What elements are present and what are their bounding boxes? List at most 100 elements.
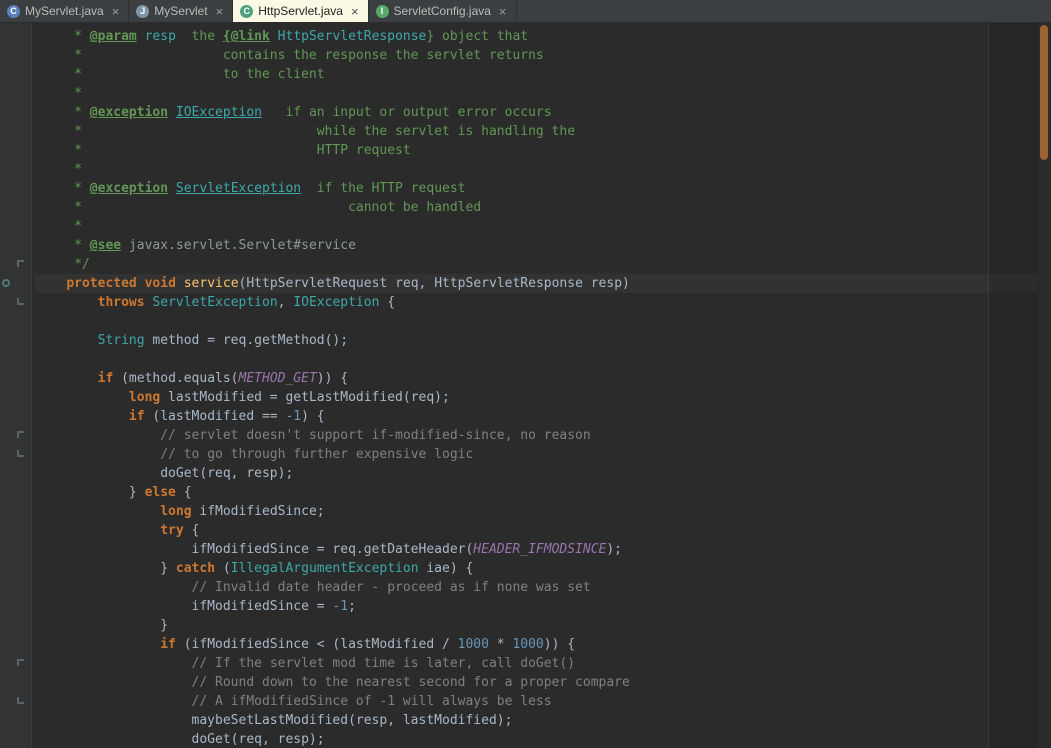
fold-start-marker-icon[interactable] xyxy=(17,659,24,666)
code-line[interactable] xyxy=(35,350,1051,369)
code-line[interactable]: // Round down to the nearest second for … xyxy=(35,673,1051,692)
fold-start-marker-icon[interactable] xyxy=(17,260,24,267)
code-line[interactable]: // If the servlet mod time is later, cal… xyxy=(35,654,1051,673)
code-token: @exception xyxy=(90,105,168,120)
code-line[interactable]: if (lastModified == -1) { xyxy=(35,407,1051,426)
fold-start-marker-icon[interactable] xyxy=(17,431,24,438)
code-line[interactable]: throws ServletException, IOException { xyxy=(35,293,1051,312)
code-line[interactable]: * to the client xyxy=(35,65,1051,84)
code-token: @see xyxy=(90,238,121,253)
java-abstract-class-icon: C xyxy=(240,5,253,18)
code-token: * xyxy=(35,238,90,253)
code-token: maybeSetLastModified(resp, lastModified)… xyxy=(35,713,512,728)
code-line[interactable]: */ xyxy=(35,255,1051,274)
code-line[interactable]: doGet(req, resp); xyxy=(35,464,1051,483)
code-token: ServletException xyxy=(152,295,277,310)
code-line[interactable]: ifModifiedSince = -1; xyxy=(35,597,1051,616)
code-token: if xyxy=(160,637,176,652)
code-line[interactable]: } xyxy=(35,616,1051,635)
tab-close-icon[interactable]: × xyxy=(216,5,224,18)
code-line[interactable]: long lastModified = getLastModified(req)… xyxy=(35,388,1051,407)
code-line[interactable]: * while the servlet is handling the xyxy=(35,122,1051,141)
editor-tab-bar: CMyServlet.java×JMyServlet×CHttpServlet.… xyxy=(0,0,1051,23)
code-line[interactable]: try { xyxy=(35,521,1051,540)
code-area[interactable]: * @param resp the {@link HttpServletResp… xyxy=(32,23,1051,748)
code-line[interactable]: if (method.equals(METHOD_GET)) { xyxy=(35,369,1051,388)
code-token xyxy=(137,276,145,291)
code-token: if an input or output error occurs xyxy=(262,105,552,120)
code-token: // servlet doesn't support if-modified-s… xyxy=(160,428,590,443)
code-token: ifModifiedSince = req.getDateHeader( xyxy=(35,542,473,557)
code-token: { xyxy=(184,523,200,538)
code-line[interactable]: // servlet doesn't support if-modified-s… xyxy=(35,426,1051,445)
code-token xyxy=(35,390,129,405)
code-line[interactable]: * xyxy=(35,160,1051,179)
tab-close-icon[interactable]: × xyxy=(351,5,359,18)
code-line[interactable]: String method = req.getMethod(); xyxy=(35,331,1051,350)
code-token: * xyxy=(35,105,90,120)
code-line[interactable]: * contains the response the servlet retu… xyxy=(35,46,1051,65)
code-token: -1 xyxy=(332,599,348,614)
code-line[interactable]: } catch (IllegalArgumentException iae) { xyxy=(35,559,1051,578)
code-token xyxy=(35,675,192,690)
code-token xyxy=(35,504,160,519)
code-line[interactable]: if (ifModifiedSince < (lastModified / 10… xyxy=(35,635,1051,654)
code-token: IllegalArgumentException xyxy=(231,561,419,576)
code-line[interactable]: long ifModifiedSince; xyxy=(35,502,1051,521)
code-token xyxy=(35,276,66,291)
code-line[interactable]: ifModifiedSince = req.getDateHeader(HEAD… xyxy=(35,540,1051,559)
code-token: @param xyxy=(90,29,137,44)
editor-pane: * @param resp the {@link HttpServletResp… xyxy=(0,23,1051,748)
code-line[interactable]: * cannot be handled xyxy=(35,198,1051,217)
code-token: (lastModified == xyxy=(145,409,286,424)
code-token: * xyxy=(489,637,512,652)
code-line[interactable] xyxy=(35,312,1051,331)
code-line[interactable]: * @exception IOException if an input or … xyxy=(35,103,1051,122)
code-token: } xyxy=(35,485,145,500)
tab-close-icon[interactable]: × xyxy=(112,5,120,18)
code-token: IOException xyxy=(293,295,379,310)
tab-myservlet[interactable]: JMyServlet× xyxy=(129,0,233,22)
tab-httpservlet-java[interactable]: CHttpServlet.java× xyxy=(233,0,368,22)
code-token: ServletException xyxy=(176,181,301,196)
code-token: } xyxy=(35,561,176,576)
code-token: ifModifiedSince; xyxy=(192,504,325,519)
code-line[interactable]: // Invalid date header - proceed as if n… xyxy=(35,578,1051,597)
code-token: // to go through further expensive logic xyxy=(160,447,473,462)
code-token: resp xyxy=(137,29,176,44)
code-token: { xyxy=(379,295,395,310)
code-line[interactable]: * xyxy=(35,84,1051,103)
code-line[interactable]: // to go through further expensive logic xyxy=(35,445,1051,464)
code-line[interactable]: * HTTP request xyxy=(35,141,1051,160)
code-line[interactable]: * @see javax.servlet.Servlet#service xyxy=(35,236,1051,255)
tab-myservlet-java[interactable]: CMyServlet.java× xyxy=(0,0,129,22)
code-token xyxy=(35,295,98,310)
code-token: the xyxy=(176,29,223,44)
tab-close-icon[interactable]: × xyxy=(499,5,507,18)
code-token: service xyxy=(184,276,239,291)
scrollbar-thumb[interactable] xyxy=(1040,25,1048,160)
code-token xyxy=(35,656,192,671)
tab-servletconfig-java[interactable]: IServletConfig.java× xyxy=(369,0,517,22)
fold-end-marker-icon[interactable] xyxy=(17,697,24,704)
fold-end-marker-icon[interactable] xyxy=(17,298,24,305)
code-line[interactable]: } else { xyxy=(35,483,1051,502)
scrollbar-stripe[interactable] xyxy=(1037,23,1051,748)
code-token xyxy=(168,181,176,196)
code-token: * xyxy=(35,162,82,177)
code-token xyxy=(35,523,160,538)
code-line[interactable]: * xyxy=(35,217,1051,236)
code-token xyxy=(168,105,176,120)
code-token: ( xyxy=(215,561,231,576)
ide-window: CMyServlet.java×JMyServlet×CHttpServlet.… xyxy=(0,0,1051,748)
code-line[interactable]: doGet(req, resp); xyxy=(35,730,1051,748)
code-token: 1000 xyxy=(458,637,489,652)
fold-end-marker-icon[interactable] xyxy=(17,450,24,457)
code-line[interactable]: maybeSetLastModified(resp, lastModified)… xyxy=(35,711,1051,730)
code-line[interactable]: // A ifModifiedSince of -1 will always b… xyxy=(35,692,1051,711)
override-method-marker-icon[interactable] xyxy=(2,279,10,287)
code-line[interactable]: * @exception ServletException if the HTT… xyxy=(35,179,1051,198)
code-token: // Round down to the nearest second for … xyxy=(192,675,630,690)
code-line[interactable]: * @param resp the {@link HttpServletResp… xyxy=(35,27,1051,46)
code-line[interactable]: protected void service(HttpServletReques… xyxy=(35,274,1051,293)
